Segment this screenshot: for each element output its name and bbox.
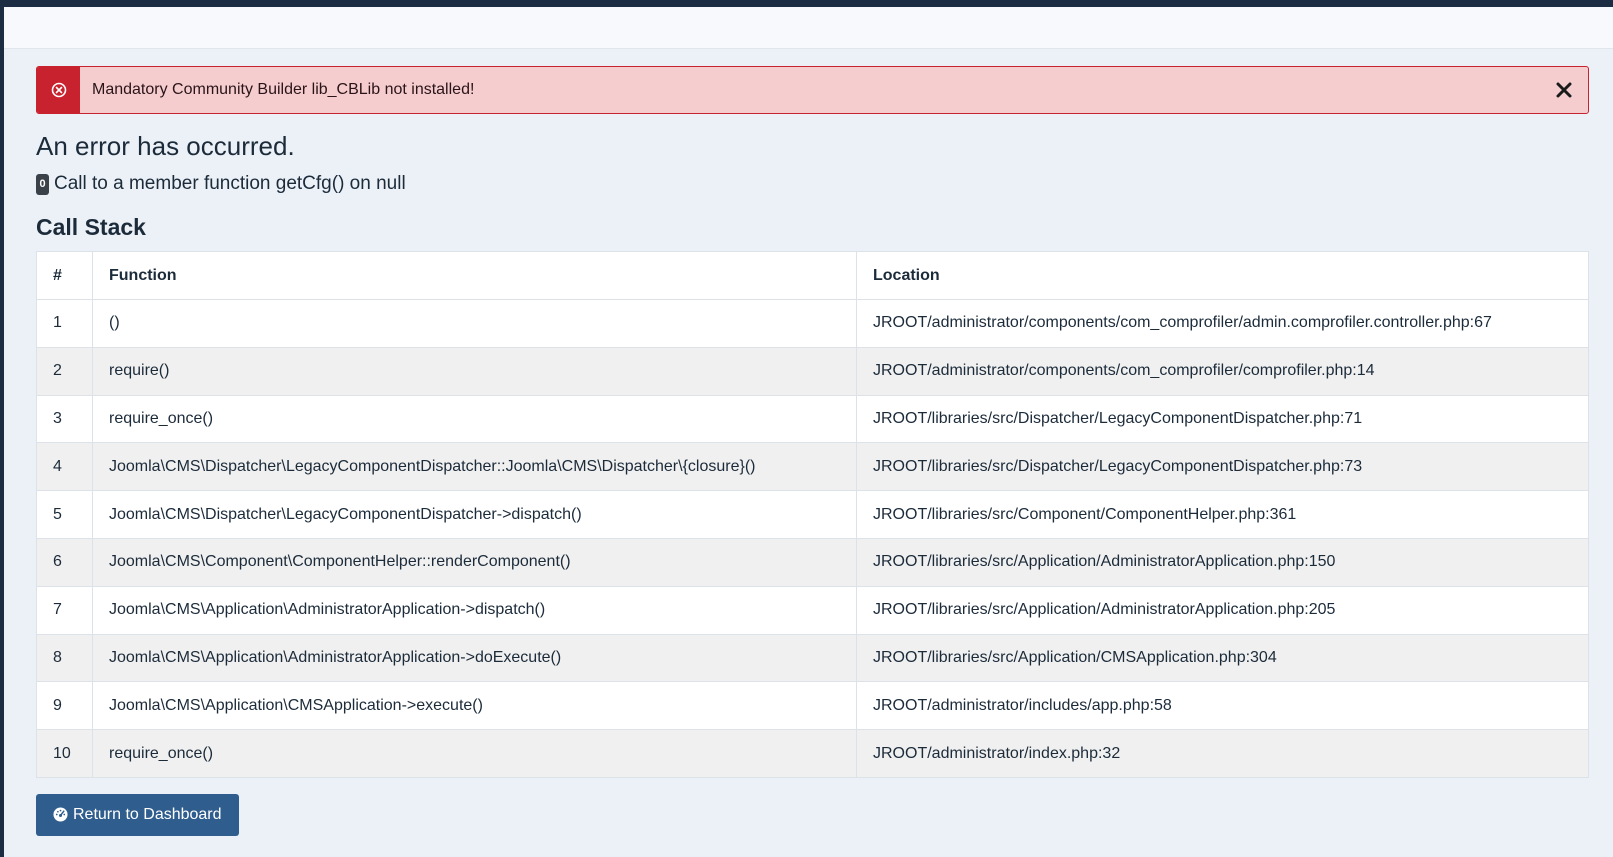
return-to-dashboard-button[interactable]: Return to Dashboard bbox=[36, 793, 239, 836]
column-header-number: # bbox=[36, 251, 93, 300]
row-function: Joomla\CMS\Dispatcher\LegacyComponentDis… bbox=[92, 442, 857, 492]
row-number: 6 bbox=[36, 537, 93, 587]
table-row: 5 Joomla\CMS\Dispatcher\LegacyComponentD… bbox=[36, 490, 1589, 539]
row-number: 1 bbox=[36, 299, 93, 348]
call-stack-table: # Function Location 1 () JROOT/administr… bbox=[36, 251, 1589, 778]
error-code-badge: 0 bbox=[36, 173, 49, 195]
row-number: 5 bbox=[36, 490, 93, 539]
table-row: 3 require_once() JROOT/libraries/src/Dis… bbox=[36, 394, 1589, 444]
row-location: JROOT/libraries/src/Application/Administ… bbox=[856, 537, 1589, 587]
row-function: require_once() bbox=[92, 729, 857, 778]
row-function: require() bbox=[92, 346, 857, 396]
subheader-bar bbox=[4, 7, 1613, 49]
table-row: 7 Joomla\CMS\Application\AdministratorAp… bbox=[36, 585, 1589, 635]
row-function: require_once() bbox=[92, 394, 857, 444]
error-title: An error has occurred. bbox=[36, 131, 295, 161]
top-navbar bbox=[0, 0, 1613, 7]
alert-message: Mandatory Community Builder lib_CBLib no… bbox=[92, 81, 475, 98]
table-row: 8 Joomla\CMS\Application\AdministratorAp… bbox=[36, 633, 1589, 683]
row-location: JROOT/libraries/src/Application/CMSAppli… bbox=[856, 633, 1589, 683]
table-row: 6 Joomla\CMS\Component\ComponentHelper::… bbox=[36, 537, 1589, 587]
row-number: 9 bbox=[36, 681, 93, 731]
column-header-function: Function bbox=[92, 251, 857, 300]
close-icon[interactable] bbox=[1556, 82, 1572, 98]
call-stack-title: Call Stack bbox=[36, 214, 146, 240]
main-content: Mandatory Community Builder lib_CBLib no… bbox=[36, 66, 1589, 836]
error-circle-icon bbox=[51, 82, 66, 98]
row-function: Joomla\CMS\Component\ComponentHelper::re… bbox=[92, 537, 857, 587]
table-row: 1 () JROOT/administrator/components/com_… bbox=[36, 299, 1589, 348]
row-function: Joomla\CMS\Application\CMSApplication->e… bbox=[92, 681, 857, 731]
error-alert: Mandatory Community Builder lib_CBLib no… bbox=[36, 66, 1589, 114]
row-function: () bbox=[92, 299, 857, 348]
row-function: Joomla\CMS\Application\AdministratorAppl… bbox=[92, 585, 857, 635]
row-location: JROOT/libraries/src/Component/ComponentH… bbox=[856, 490, 1589, 539]
column-header-location: Location bbox=[856, 251, 1589, 300]
table-header-row: # Function Location bbox=[36, 251, 1589, 300]
row-number: 10 bbox=[36, 729, 93, 778]
row-location: JROOT/administrator/components/com_compr… bbox=[856, 346, 1589, 396]
row-number: 8 bbox=[36, 633, 93, 683]
row-number: 2 bbox=[36, 346, 93, 396]
table-row: 10 require_once() JROOT/administrator/in… bbox=[36, 729, 1589, 778]
table-row: 4 Joomla\CMS\Dispatcher\LegacyComponentD… bbox=[36, 442, 1589, 492]
row-location: JROOT/administrator/index.php:32 bbox=[856, 729, 1589, 778]
alert-icon-box bbox=[37, 67, 80, 113]
row-number: 4 bbox=[36, 442, 93, 492]
row-location: JROOT/administrator/components/com_compr… bbox=[856, 299, 1589, 348]
row-number: 3 bbox=[36, 394, 93, 444]
row-location: JROOT/libraries/src/Dispatcher/LegacyCom… bbox=[856, 442, 1589, 492]
table-row: 2 require() JROOT/administrator/componen… bbox=[36, 346, 1589, 396]
left-sidebar-edge bbox=[0, 0, 4, 857]
error-message-line: 0 Call to a member function getCfg() on … bbox=[36, 172, 1589, 196]
row-location: JROOT/libraries/src/Application/Administ… bbox=[856, 585, 1589, 635]
row-function: Joomla\CMS\Dispatcher\LegacyComponentDis… bbox=[92, 490, 857, 539]
row-function: Joomla\CMS\Application\AdministratorAppl… bbox=[92, 633, 857, 683]
row-location: JROOT/administrator/includes/app.php:58 bbox=[856, 681, 1589, 731]
dashboard-gauge-icon bbox=[53, 807, 68, 822]
table-row: 9 Joomla\CMS\Application\CMSApplication-… bbox=[36, 681, 1589, 731]
row-number: 7 bbox=[36, 585, 93, 635]
row-location: JROOT/libraries/src/Dispatcher/LegacyCom… bbox=[856, 394, 1589, 444]
alert-close-button[interactable] bbox=[1550, 76, 1578, 104]
return-to-dashboard-label: Return to Dashboard bbox=[73, 805, 222, 823]
error-message: Call to a member function getCfg() on nu… bbox=[54, 173, 406, 194]
